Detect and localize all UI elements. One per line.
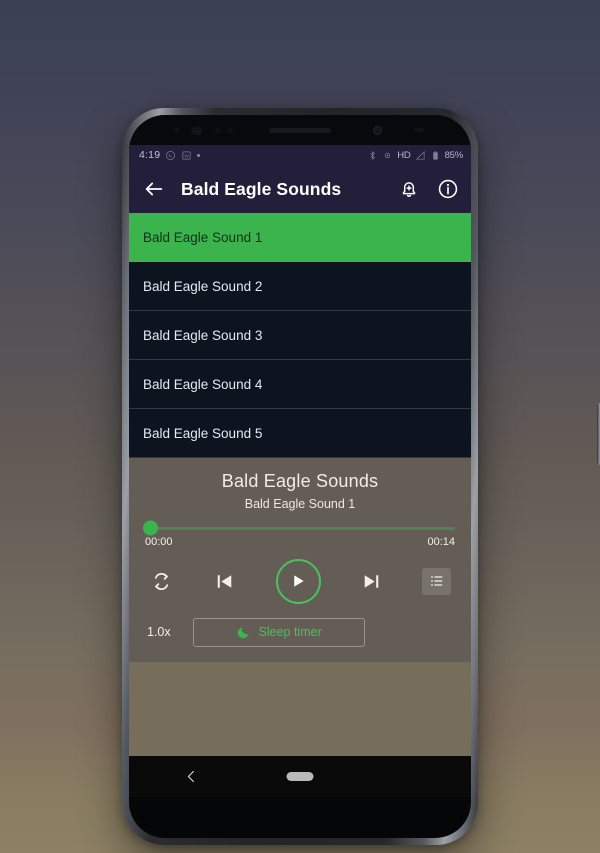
repeat-icon[interactable] <box>149 569 174 594</box>
skip-next-icon[interactable] <box>359 569 384 594</box>
list-item-label: Bald Eagle Sound 1 <box>143 229 263 245</box>
time-labels: 00:00 00:14 <box>129 530 471 548</box>
info-icon[interactable] <box>437 178 459 200</box>
list-item[interactable]: Bald Eagle Sound 3 <box>129 311 471 360</box>
list-item-label: Bald Eagle Sound 2 <box>143 278 263 294</box>
phone-top-sensors <box>129 115 471 145</box>
front-camera-icon <box>373 126 382 135</box>
playlist-queue-icon <box>430 576 442 586</box>
page-title: Bald Eagle Sounds <box>181 178 342 199</box>
sensor-icon <box>414 128 424 132</box>
list-item-label: Bald Eagle Sound 4 <box>143 376 263 392</box>
add-alarm-icon[interactable] <box>398 178 420 200</box>
battery-percent-label: 85% <box>444 149 464 161</box>
whatsapp-icon <box>166 150 176 160</box>
app-bar: Bald Eagle Sounds <box>129 165 471 213</box>
svg-text:W: W <box>185 153 190 158</box>
sensor-icon <box>174 128 179 133</box>
app-screen: 4:19 W HD 85% Bald Eagle Sounds Bald Eag… <box>129 145 471 797</box>
arrow-back-icon[interactable] <box>143 178 165 200</box>
bluetooth-icon <box>370 150 376 160</box>
status-bar-left: 4:19 W <box>139 149 201 161</box>
skip-previous-icon[interactable] <box>212 569 237 594</box>
nav-back-icon[interactable] <box>184 769 199 784</box>
app-bar-actions <box>398 178 459 200</box>
now-playing-label: Bald Eagle Sound 1 <box>244 497 356 511</box>
phone-screen-bezel: 4:19 W HD 85% Bald Eagle Sounds Bald Eag… <box>129 115 471 838</box>
player-panel: Bald Eagle Sounds Bald Eagle Sound 1 00:… <box>129 458 471 662</box>
sound-list: Bald Eagle Sound 1 Bald Eagle Sound 2 Ba… <box>129 213 471 458</box>
playback-speed-label[interactable]: 1.0x <box>147 625 171 639</box>
status-bar: 4:19 W HD 85% <box>129 145 471 165</box>
app-icon: W <box>182 150 191 160</box>
status-bar-time: 4:19 <box>139 149 161 161</box>
transport-controls <box>129 548 471 604</box>
sensor-icon <box>215 128 220 133</box>
list-item-label: Bald Eagle Sound 5 <box>143 425 263 441</box>
battery-icon <box>432 150 438 160</box>
list-item[interactable]: Bald Eagle Sound 2 <box>129 262 471 311</box>
play-icon <box>294 575 304 587</box>
seek-thumb[interactable] <box>143 520 158 536</box>
system-nav-bar <box>129 756 471 797</box>
total-time-label: 00:14 <box>427 535 455 548</box>
list-item-label: Bald Eagle Sound 3 <box>143 327 263 343</box>
sensor-icon <box>191 127 202 135</box>
list-item[interactable]: Bald Eagle Sound 1 <box>129 213 471 262</box>
sensor-icon <box>228 128 233 133</box>
player-bottom-row: 1.0x Sleep timer <box>129 604 471 662</box>
status-bar-right: HD 85% <box>367 150 463 161</box>
list-item[interactable]: Bald Eagle Sound 5 <box>129 409 471 458</box>
playlist-queue-button[interactable] <box>422 567 451 595</box>
list-item[interactable]: Bald Eagle Sound 4 <box>129 360 471 409</box>
eye-icon <box>385 152 391 158</box>
nav-home-pill[interactable] <box>286 772 314 781</box>
sleep-timer-label: Sleep timer <box>258 625 322 639</box>
dot-icon <box>197 153 201 157</box>
phone-device: 4:19 W HD 85% Bald Eagle Sounds Bald Eag… <box>122 108 600 845</box>
moon-icon <box>237 627 249 638</box>
seek-track[interactable] <box>143 520 455 536</box>
seek-bar[interactable] <box>129 511 471 536</box>
earpiece-speaker <box>269 127 331 133</box>
sleep-timer-button[interactable]: Sleep timer <box>192 617 365 647</box>
play-button[interactable] <box>275 558 321 604</box>
signal-icon <box>415 150 425 160</box>
player-title: Bald Eagle Sounds <box>221 471 379 491</box>
hd-icon: HD <box>397 149 411 161</box>
elapsed-time-label: 00:00 <box>145 535 173 548</box>
